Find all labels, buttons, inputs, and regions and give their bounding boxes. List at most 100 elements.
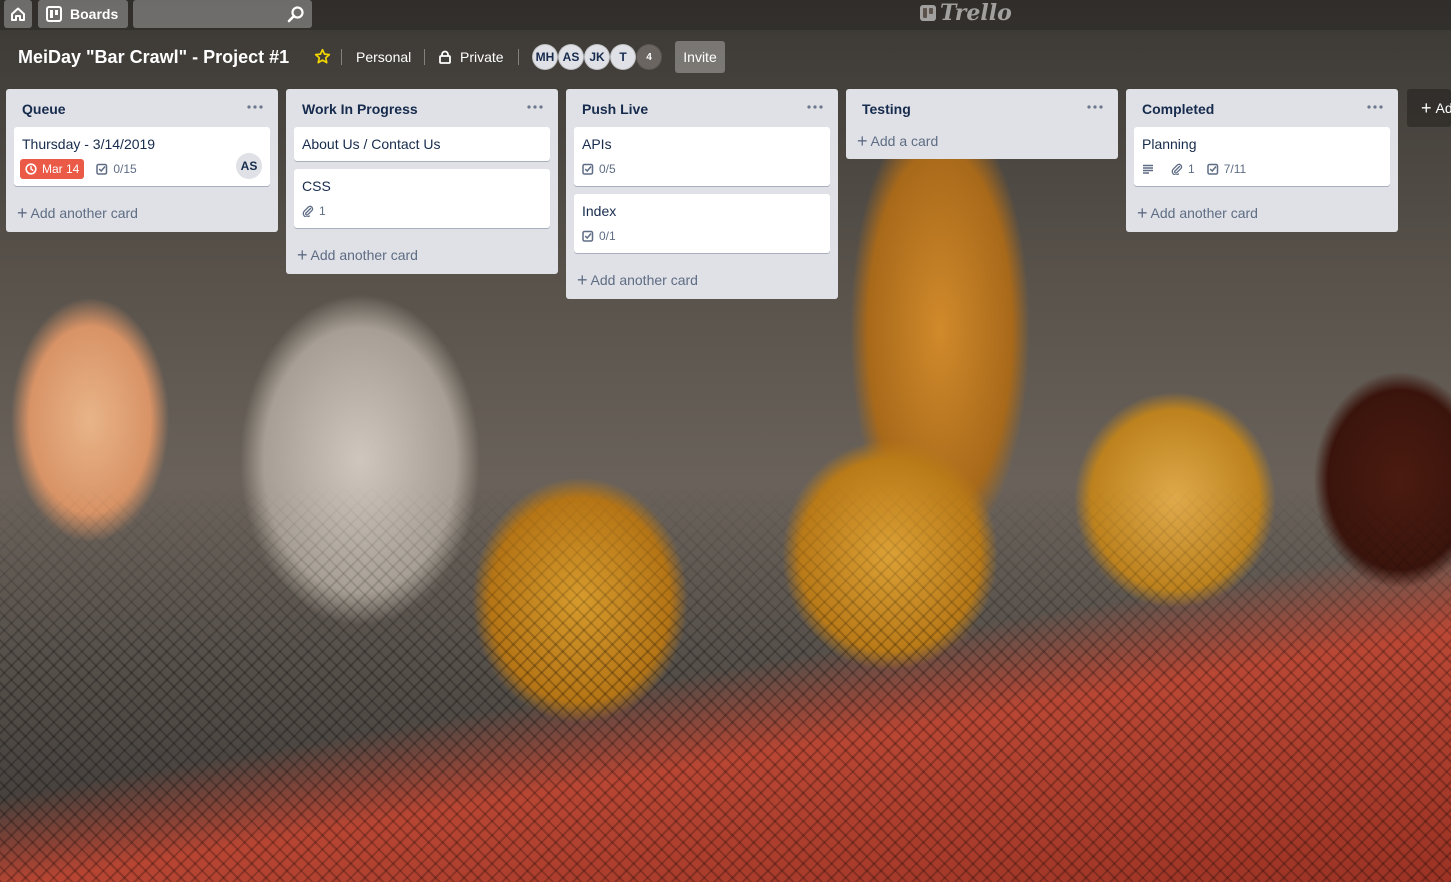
add-card-button[interactable]: + Add another card bbox=[574, 261, 830, 299]
team-button[interactable]: Personal bbox=[356, 49, 411, 65]
more-icon bbox=[807, 105, 823, 109]
trello-logo-text: Trello bbox=[940, 0, 1012, 26]
checklist-count: 0/15 bbox=[113, 162, 137, 176]
member-avatar[interactable]: MH bbox=[532, 44, 558, 70]
clock-icon bbox=[25, 163, 37, 175]
checklist-count: 7/11 bbox=[1223, 162, 1247, 176]
add-card-label: Add a card bbox=[870, 133, 939, 149]
list-header: Work In Progress bbox=[294, 89, 550, 127]
card-badges: 0/5 bbox=[582, 158, 822, 180]
add-list-button[interactable]: + Add another list bbox=[1407, 89, 1451, 127]
description-badge bbox=[1142, 163, 1159, 175]
checklist-badge: 0/15 bbox=[96, 162, 137, 176]
add-card-label: Add another card bbox=[310, 247, 418, 263]
list-menu-button[interactable] bbox=[244, 99, 266, 115]
card-title: Planning bbox=[1142, 136, 1197, 152]
card-badges: 1 bbox=[302, 200, 542, 222]
paperclip-icon bbox=[302, 205, 314, 217]
search-box[interactable] bbox=[133, 0, 312, 29]
checklist-badge: 0/5 bbox=[582, 162, 616, 176]
plus-icon: + bbox=[297, 245, 308, 265]
add-card-button[interactable]: + Add a card bbox=[854, 123, 1110, 159]
boards-icon bbox=[46, 6, 62, 22]
boards-button[interactable]: Boards bbox=[38, 0, 128, 28]
more-icon bbox=[1367, 105, 1383, 109]
add-card-label: Add another card bbox=[30, 205, 138, 221]
checklist-icon bbox=[96, 163, 108, 175]
board-header: MeiDay "Bar Crawl" - Project #1 Personal… bbox=[0, 40, 1451, 74]
card[interactable]: Index 0/1 bbox=[574, 194, 830, 253]
card-title: Thursday - 3/14/2019 bbox=[22, 136, 156, 152]
plus-icon: + bbox=[857, 131, 868, 151]
member-avatar[interactable]: AS bbox=[558, 44, 584, 70]
more-icon bbox=[527, 105, 543, 109]
list-menu-button[interactable] bbox=[804, 99, 826, 115]
list-testing: Testing + Add a card bbox=[846, 89, 1118, 159]
attachment-badge: 1 bbox=[302, 204, 326, 218]
checklist-icon bbox=[582, 163, 594, 175]
card-title: Index bbox=[582, 203, 617, 219]
board-title[interactable]: MeiDay "Bar Crawl" - Project #1 bbox=[18, 47, 289, 68]
paperclip-icon bbox=[1171, 163, 1183, 175]
lock-icon bbox=[439, 50, 451, 64]
search-input[interactable] bbox=[139, 1, 293, 29]
header-divider bbox=[518, 49, 519, 65]
star-icon bbox=[314, 48, 331, 64]
card[interactable]: Planning 1 7/11 bbox=[1134, 127, 1390, 186]
list-menu-button[interactable] bbox=[524, 99, 546, 115]
due-date-text: Mar 14 bbox=[42, 162, 80, 176]
header-divider bbox=[341, 49, 342, 65]
card[interactable]: APIs 0/5 bbox=[574, 127, 830, 186]
checklist-count: 0/1 bbox=[599, 229, 616, 243]
add-card-label: Add another card bbox=[590, 272, 698, 288]
card-member-avatar[interactable]: AS bbox=[236, 153, 262, 179]
list-title[interactable]: Work In Progress bbox=[302, 101, 418, 117]
checklist-icon bbox=[582, 230, 594, 242]
card-title: About Us / Contact Us bbox=[302, 136, 441, 152]
list-header: Completed bbox=[1134, 89, 1390, 127]
card[interactable]: CSS 1 bbox=[294, 169, 550, 228]
list-push-live: Push Live APIs 0/5 Index 0/1 + Add anoth… bbox=[566, 89, 838, 299]
add-card-label: Add another card bbox=[1150, 205, 1258, 221]
checklist-count: 0/5 bbox=[599, 162, 616, 176]
card-title: CSS bbox=[302, 178, 331, 194]
card[interactable]: About Us / Contact Us bbox=[294, 127, 550, 161]
visibility-button[interactable]: Private bbox=[438, 49, 504, 65]
card-badges: 0/1 bbox=[582, 225, 822, 247]
add-card-button[interactable]: + Add another card bbox=[294, 236, 550, 274]
list-completed: Completed Planning 1 7/11 + Add another … bbox=[1126, 89, 1398, 232]
star-button[interactable] bbox=[314, 48, 331, 68]
list-title[interactable]: Completed bbox=[1142, 101, 1214, 117]
header-divider bbox=[424, 49, 425, 65]
list-menu-button[interactable] bbox=[1364, 99, 1386, 115]
attachment-count: 1 bbox=[319, 204, 326, 218]
description-icon bbox=[1142, 163, 1154, 175]
home-button[interactable] bbox=[4, 0, 32, 28]
list-title[interactable]: Push Live bbox=[582, 101, 648, 117]
card-badges: 1 7/11 bbox=[1142, 158, 1382, 180]
plus-icon: + bbox=[1421, 97, 1432, 118]
card-badges: Mar 14 0/15 bbox=[20, 158, 262, 180]
checklist-icon bbox=[1206, 163, 1219, 175]
list-menu-button[interactable] bbox=[1084, 99, 1106, 115]
more-icon bbox=[1087, 105, 1103, 109]
member-avatar[interactable]: T bbox=[610, 44, 636, 70]
boards-label: Boards bbox=[70, 6, 119, 22]
list-header: Push Live bbox=[574, 89, 830, 127]
member-count-badge[interactable]: 4 bbox=[636, 44, 662, 70]
list-header: Queue bbox=[14, 89, 270, 127]
trello-logo[interactable]: Trello bbox=[920, 0, 1012, 26]
attachment-badge: 1 bbox=[1171, 162, 1195, 176]
list-title[interactable]: Queue bbox=[22, 101, 66, 117]
add-card-button[interactable]: + Add another card bbox=[1134, 194, 1390, 232]
list-title[interactable]: Testing bbox=[862, 101, 911, 117]
more-icon bbox=[247, 105, 263, 109]
due-date-badge[interactable]: Mar 14 bbox=[20, 159, 85, 179]
search-icon[interactable] bbox=[287, 5, 305, 23]
list-work-in-progress: Work In Progress About Us / Contact Us C… bbox=[286, 89, 558, 274]
member-avatar[interactable]: JK bbox=[584, 44, 610, 70]
invite-button[interactable]: Invite bbox=[675, 41, 725, 73]
add-card-button[interactable]: + Add another card bbox=[14, 194, 270, 232]
home-icon bbox=[11, 7, 25, 21]
card[interactable]: Thursday - 3/14/2019 Mar 14 0/15 AS bbox=[14, 127, 270, 186]
